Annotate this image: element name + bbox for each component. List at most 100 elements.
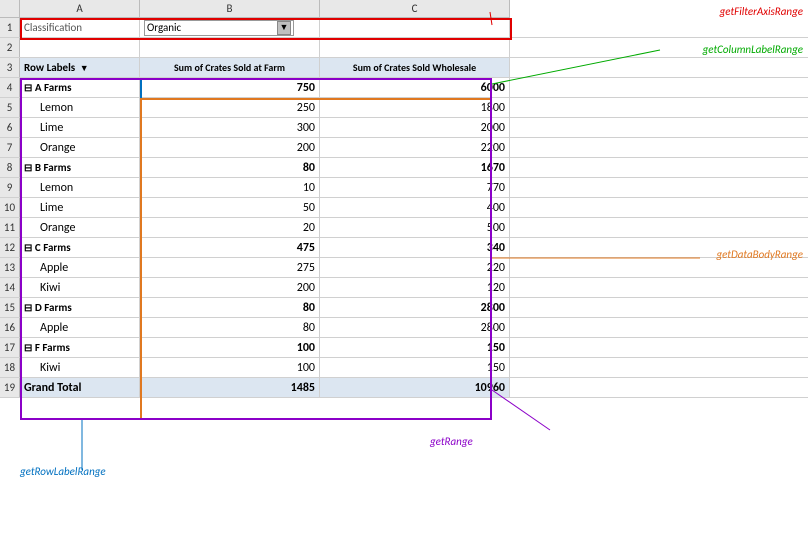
- cell-18b: 100: [140, 358, 320, 377]
- row-17: 17 ⊟ F Farms 100 150: [0, 338, 808, 358]
- col-header-a: A: [20, 0, 140, 18]
- row-13: 13 Apple 275 220: [0, 258, 808, 278]
- cell-12c: 340: [320, 238, 510, 257]
- row-num-6: 6: [0, 118, 20, 137]
- cell-16a: Apple: [20, 318, 140, 337]
- row-11: 11 Orange 20 500: [0, 218, 808, 238]
- cell-19a: Grand Total: [20, 378, 140, 397]
- col-headers: A B C: [0, 0, 510, 18]
- filter-axis-label: getFilterAxisRange: [720, 5, 803, 18]
- row-1: 1 Classification Organic ▼: [0, 18, 808, 38]
- cell-18a: Kiwi: [20, 358, 140, 377]
- cell-9c: 770: [320, 178, 510, 197]
- row-12: 12 ⊟ C Farms 475 340: [0, 238, 808, 258]
- range-label: getRange: [430, 435, 473, 448]
- filter-input[interactable]: Organic ▼: [144, 20, 294, 36]
- cell-12b: 475: [140, 238, 320, 257]
- row-4: 4 ⊟ A Farms 750 6000: [0, 78, 808, 98]
- row-num-12: 12: [0, 238, 20, 257]
- cell-16c: 2800: [320, 318, 510, 337]
- cell-14a: Kiwi: [20, 278, 140, 297]
- row-15: 15 ⊟ D Farms 80 2800: [0, 298, 808, 318]
- cell-2a: [20, 38, 140, 57]
- row-num-14: 14: [0, 278, 20, 297]
- cell-17a: ⊟ F Farms: [20, 338, 140, 357]
- row-19: 19 Grand Total 1485 10960: [0, 378, 808, 398]
- cell-10a: Lime: [20, 198, 140, 217]
- row-num-17: 17: [0, 338, 20, 357]
- row-label-label: getRowLabelRange: [20, 465, 106, 478]
- row-num-16: 16: [0, 318, 20, 337]
- row-num-13: 13: [0, 258, 20, 277]
- row-6: 6 Lime 300 2000: [0, 118, 808, 138]
- cell-14c: 120: [320, 278, 510, 297]
- dropdown-arrow-icon: ▼: [280, 22, 289, 33]
- cell-13c: 220: [320, 258, 510, 277]
- cell-3b: Sum of Crates Sold at Farm: [140, 58, 320, 77]
- row-5: 5 Lemon 250 1800: [0, 98, 808, 118]
- cell-1c: [320, 18, 510, 37]
- cell-19b: 1485: [140, 378, 320, 397]
- cell-15b: 80: [140, 298, 320, 317]
- cell-7b: 200: [140, 138, 320, 157]
- cell-5c: 1800: [320, 98, 510, 117]
- cell-6b: 300: [140, 118, 320, 137]
- cell-5a: Lemon: [20, 98, 140, 117]
- cell-3c: Sum of Crates Sold Wholesale: [320, 58, 510, 77]
- cell-18c: 150: [320, 358, 510, 377]
- row-num-19: 19: [0, 378, 20, 397]
- cell-4b: 750: [140, 78, 320, 97]
- cell-10b: 50: [140, 198, 320, 217]
- cell-13a: Apple: [20, 258, 140, 277]
- filter-value: Organic: [147, 21, 275, 34]
- row-num-3: 3: [0, 58, 20, 77]
- cell-5b: 250: [140, 98, 320, 117]
- cell-12a: ⊟ C Farms: [20, 238, 140, 257]
- row-num-4: 4: [0, 78, 20, 97]
- row-10: 10 Lime 50 400: [0, 198, 808, 218]
- row-num-2: 2: [0, 38, 20, 57]
- cell-1b: Organic ▼: [140, 18, 320, 37]
- cell-17c: 150: [320, 338, 510, 357]
- row-2: 2: [0, 38, 808, 58]
- cell-14b: 200: [140, 278, 320, 297]
- rows-area: 1 Classification Organic ▼ 2 3: [0, 18, 808, 398]
- cell-4a: ⊟ A Farms: [20, 78, 140, 97]
- col-label-label: getColumnLabelRange: [703, 43, 803, 56]
- row-num-8: 8: [0, 158, 20, 177]
- row-8: 8 ⊟ B Farms 80 1670: [0, 158, 808, 178]
- cell-17b: 100: [140, 338, 320, 357]
- row-3: 3 Row Labels ▼ Sum of Crates Sold at Far…: [0, 58, 808, 78]
- cell-4c: 6000: [320, 78, 510, 97]
- cell-15c: 2800: [320, 298, 510, 317]
- dropdown-indicator[interactable]: ▼: [80, 63, 89, 74]
- row-7: 7 Orange 200 2200: [0, 138, 808, 158]
- row-18: 18 Kiwi 100 150: [0, 358, 808, 378]
- cell-15a: ⊟ D Farms: [20, 298, 140, 317]
- row-num-11: 11: [0, 218, 20, 237]
- row-num-1: 1: [0, 18, 20, 37]
- corner-cell: [0, 0, 20, 18]
- cell-3a: Row Labels ▼: [20, 58, 140, 77]
- col-header-b: B: [140, 0, 320, 18]
- cell-16b: 80: [140, 318, 320, 337]
- cell-6a: Lime: [20, 118, 140, 137]
- cell-6c: 2000: [320, 118, 510, 137]
- cell-8c: 1670: [320, 158, 510, 177]
- cell-11a: Orange: [20, 218, 140, 237]
- row-num-7: 7: [0, 138, 20, 157]
- cell-8b: 80: [140, 158, 320, 177]
- row-9: 9 Lemon 10 770: [0, 178, 808, 198]
- cell-2c: [320, 38, 510, 57]
- cell-1a: Classification: [20, 18, 140, 37]
- cell-10c: 400: [320, 198, 510, 217]
- spreadsheet: A B C 1 Classification Organic ▼ 2: [0, 0, 808, 539]
- cell-2b: [140, 38, 320, 57]
- cell-8a: ⊟ B Farms: [20, 158, 140, 177]
- row-16: 16 Apple 80 2800: [0, 318, 808, 338]
- row-num-10: 10: [0, 198, 20, 217]
- filter-dropdown-button[interactable]: ▼: [277, 21, 291, 35]
- data-body-label: getDataBodyRange: [716, 248, 803, 261]
- cell-11c: 500: [320, 218, 510, 237]
- cell-7a: Orange: [20, 138, 140, 157]
